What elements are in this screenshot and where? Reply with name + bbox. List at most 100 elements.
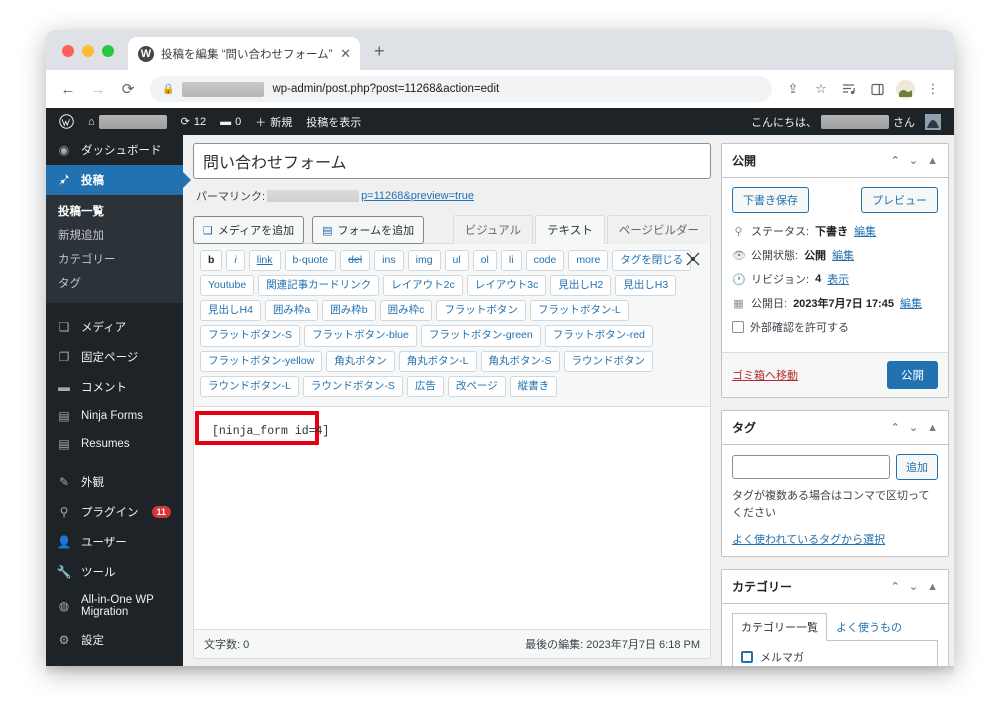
reading-list-icon[interactable] — [836, 76, 862, 102]
minimize-window-button[interactable] — [82, 45, 94, 57]
maximize-window-button[interactable] — [102, 45, 114, 57]
qt-flat-button-blue[interactable]: フラットボタン-blue — [304, 325, 417, 347]
browser-tab[interactable]: W 投稿を編集 “問い合わせフォーム” ✕ — [128, 37, 360, 70]
qt-flat-button-yellow[interactable]: フラットボタン-yellow — [200, 350, 323, 372]
qt-round-corner-button[interactable]: 角丸ボタン — [326, 350, 395, 372]
share-icon[interactable]: ⇪ — [780, 76, 806, 102]
add-tag-button[interactable]: 追加 — [896, 454, 938, 480]
profile-avatar[interactable] — [892, 76, 918, 102]
qt-heading-h2[interactable]: 見出しH2 — [550, 275, 612, 297]
external-check-checkbox[interactable] — [732, 321, 744, 333]
post-title-input[interactable]: 問い合わせフォーム — [193, 143, 711, 179]
bookmark-star-icon[interactable]: ☆ — [808, 76, 834, 102]
category-checkbox[interactable] — [741, 651, 753, 663]
sidebar-item-dashboard[interactable]: ◉ ダッシュボード — [46, 135, 183, 165]
choose-popular-tags-link[interactable]: よく使われているタグから選択 — [732, 534, 885, 546]
comments-indicator[interactable]: ▬ 0 — [213, 116, 248, 128]
sidebar-item-posts[interactable]: 投稿 — [46, 165, 183, 195]
sidebar-item-settings[interactable]: ⚙ 設定 — [46, 625, 183, 655]
wp-logo-icon[interactable] — [52, 114, 81, 129]
save-draft-button[interactable]: 下書き保存 — [732, 187, 809, 213]
publish-button[interactable]: 公開 — [887, 361, 938, 389]
edit-status-link[interactable]: 編集 — [854, 223, 876, 239]
sidebar-item-ai1wm[interactable]: ◍ All-in-One WP Migration — [46, 587, 183, 625]
new-content-menu[interactable]: ＋ 新規 — [248, 114, 299, 130]
move-to-trash-link[interactable]: ゴミ箱へ移動 — [732, 367, 798, 383]
tab-page-builder[interactable]: ページビルダー — [606, 215, 711, 244]
sidebar-item-tools[interactable]: 🔧 ツール — [46, 557, 183, 587]
qt-youtube[interactable]: Youtube — [200, 275, 255, 297]
qt-layout-2c[interactable]: レイアウト2c — [383, 275, 463, 297]
qt-ad[interactable]: 広告 — [406, 375, 444, 397]
qt-code[interactable]: code — [525, 250, 565, 272]
qt-ins[interactable]: ins — [374, 250, 404, 272]
move-up-icon[interactable]: ⌃ — [891, 580, 900, 593]
tab-visual[interactable]: ビジュアル — [452, 215, 534, 244]
sidebar-item-resumes[interactable]: ▤ Resumes — [46, 430, 183, 458]
qt-flat-button-red[interactable]: フラットボタン-red — [544, 325, 653, 347]
qt-img[interactable]: img — [407, 250, 441, 272]
tab-text[interactable]: テキスト — [535, 215, 605, 244]
qt-box-a[interactable]: 囲み枠a — [264, 300, 319, 322]
chrome-menu-icon[interactable]: ⋮ — [920, 76, 946, 102]
sidebar-item-pages[interactable]: ❐ 固定ページ — [46, 342, 183, 372]
qt-more[interactable]: more — [568, 250, 609, 272]
new-tab-button[interactable]: + — [374, 41, 385, 62]
sidebar-item-appearance[interactable]: ✎ 外観 — [46, 467, 183, 497]
reload-button[interactable]: ⟳ — [114, 75, 142, 103]
qt-ol[interactable]: ol — [472, 250, 497, 272]
view-post-link[interactable]: 投稿を表示 — [299, 114, 368, 130]
qt-del[interactable]: del — [340, 250, 371, 272]
toggle-panel-icon[interactable]: ▲ — [927, 155, 938, 167]
move-up-icon[interactable]: ⌃ — [891, 154, 900, 167]
sidebar-item-ninja-forms[interactable]: ▤ Ninja Forms — [46, 402, 183, 430]
sidebar-item-categories[interactable]: カテゴリー — [46, 247, 183, 271]
sidebar-item-all-posts[interactable]: 投稿一覧 — [46, 199, 183, 223]
qt-round-button[interactable]: ラウンドボタン — [563, 350, 654, 372]
move-down-icon[interactable]: ⌄ — [909, 421, 918, 434]
qt-box-b[interactable]: 囲み枠b — [322, 300, 376, 322]
qt-bquote[interactable]: b-quote — [284, 250, 337, 272]
toggle-panel-icon[interactable]: ▲ — [927, 581, 938, 593]
sidebar-item-comments[interactable]: ▬ コメント — [46, 372, 183, 402]
qt-page-break[interactable]: 改ページ — [447, 375, 506, 397]
close-window-button[interactable] — [62, 45, 74, 57]
qt-heading-h4[interactable]: 見出しH4 — [200, 300, 261, 322]
qt-close-tags[interactable]: タグを閉じる — [612, 250, 692, 272]
qt-box-c[interactable]: 囲み枠c — [379, 300, 433, 322]
add-form-button[interactable]: ▤ フォームを追加 — [312, 216, 425, 244]
sidebar-item-tags[interactable]: タグ — [46, 271, 183, 295]
site-name-menu[interactable]: ⌂ — [81, 114, 174, 129]
qt-flat-button-s[interactable]: フラットボタン-S — [200, 325, 300, 347]
distraction-free-icon[interactable] — [686, 252, 700, 269]
qt-ul[interactable]: ul — [444, 250, 469, 272]
qt-round-corner-button-l[interactable]: 角丸ボタン-L — [398, 350, 477, 372]
updates-indicator[interactable]: ⟳ 12 — [174, 115, 213, 129]
sidebar-item-media[interactable]: ❏ メディア — [46, 312, 183, 342]
qt-round-button-l[interactable]: ラウンドボタン-L — [200, 375, 299, 397]
category-item[interactable]: メルマガ — [741, 649, 929, 665]
forward-button[interactable]: → — [84, 75, 112, 103]
tab-most-used[interactable]: よく使うもの — [827, 613, 911, 641]
qt-link[interactable]: link — [248, 250, 281, 272]
post-content-textarea[interactable]: [ninja_form id=4] — [194, 406, 710, 629]
sidebar-item-add-new[interactable]: 新規追加 — [46, 223, 183, 247]
edit-visibility-link[interactable]: 編集 — [832, 247, 854, 263]
toggle-panel-icon[interactable]: ▲ — [927, 422, 938, 434]
qt-flat-button[interactable]: フラットボタン — [436, 300, 526, 322]
qt-flat-button-green[interactable]: フラットボタン-green — [420, 325, 541, 347]
qt-heading-h3[interactable]: 見出しH3 — [615, 275, 677, 297]
account-menu[interactable]: こんにちは、 さん — [744, 113, 948, 130]
move-down-icon[interactable]: ⌄ — [909, 154, 918, 167]
categories-checklist[interactable]: メルマガ SNS — [732, 640, 938, 666]
edit-publish-date-link[interactable]: 編集 — [900, 295, 922, 311]
add-media-button[interactable]: ❏ メディアを追加 — [193, 216, 305, 244]
close-tab-icon[interactable]: ✕ — [340, 47, 351, 60]
back-button[interactable]: ← — [54, 75, 82, 103]
side-panel-icon[interactable] — [864, 76, 890, 102]
preview-button[interactable]: プレビュー — [861, 187, 938, 213]
qt-round-corner-button-s[interactable]: 角丸ボタン-S — [480, 350, 560, 372]
view-revisions-link[interactable]: 表示 — [827, 271, 849, 287]
qt-round-button-s[interactable]: ラウンドボタン-S — [302, 375, 403, 397]
qt-i[interactable]: i — [226, 250, 245, 272]
